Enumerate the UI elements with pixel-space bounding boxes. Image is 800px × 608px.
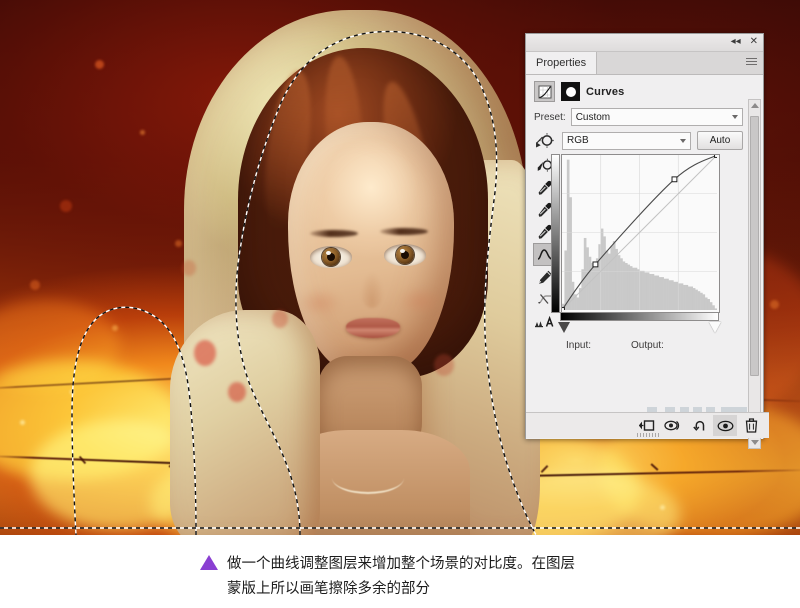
cheek-right [398,286,442,316]
scroll-down-arrow-icon[interactable] [751,440,759,445]
channel-dropdown[interactable]: RGB [562,131,691,150]
reset-adjustment-button[interactable] [687,415,711,436]
nose [360,272,384,308]
panel-menu-icon[interactable] [746,58,757,67]
lips [346,318,400,338]
caption-line-1: 做一个曲线调整图层来增加整个场景的对比度。在图层 [227,556,575,572]
cheek-left [298,288,342,318]
tab-properties-label: Properties [536,57,587,69]
preset-label: Preset: [534,111,566,123]
ember-particle [112,325,118,331]
caption-text: 做一个曲线调整图层来增加整个场景的对比度。在图层蒙版上所以画笔擦除多余的部分 [227,552,587,602]
adjustment-header: Curves [526,75,763,107]
portrait-subject [170,10,540,535]
auto-button[interactable]: Auto [697,131,743,150]
output-label: Output: [631,340,664,351]
tab-properties[interactable]: Properties [526,52,598,74]
scarf-pattern-dot [434,354,454,376]
eyebrow-left [310,230,358,237]
chevron-down-icon [732,115,738,119]
scarf-pattern-dot [182,260,196,276]
triangle-bullet-icon [200,555,218,570]
scarf-pattern-dot [228,382,246,402]
iris [396,246,414,264]
preset-dropdown[interactable]: Custom [570,108,743,126]
ember-particle [770,300,779,309]
view-previous-state-button[interactable] [661,415,685,436]
preset-row: Preset: Custom [526,107,763,129]
scrollbar-thumb[interactable] [750,116,759,376]
curves-graph[interactable] [561,154,720,313]
eye-glint [400,249,405,253]
scroll-up-arrow-icon[interactable] [751,103,759,108]
collapse-panel-icon[interactable]: ◂◂ [731,36,741,47]
curves-plot[interactable] [562,155,717,310]
chevron-down-icon [680,138,686,143]
caption-area: 做一个曲线调整图层来增加整个场景的对比度。在图层蒙版上所以画笔擦除多余的部分 [0,535,800,608]
input-gradient-ramp [560,312,719,321]
panel-footer [526,412,769,438]
eye-glint [326,251,331,255]
close-panel-icon[interactable]: ✕ [750,36,758,47]
channel-row: RGB Auto [526,129,763,154]
headscarf-drape [170,310,320,535]
layer-mask-thumbnail-icon[interactable] [561,82,580,101]
panel-titlebar[interactable]: ◂◂ ✕ [526,34,763,52]
input-output-row: Input: Output: [566,340,736,351]
adjustment-title: Curves [586,85,625,98]
eyebrow-right [380,228,428,235]
scarf-pattern-dot [194,340,216,366]
curves-adjustment-icon[interactable] [534,81,555,102]
black-point-slider[interactable] [558,322,570,333]
ember-particle [60,200,72,212]
panel-resize-grip[interactable] [636,433,659,437]
white-point-slider[interactable] [709,322,721,333]
panel-vertical-scrollbar[interactable] [748,99,761,449]
caption-line-2: 蒙版上所以画笔擦除多余的部分 [227,580,430,597]
ember-particle [140,130,145,135]
ember-particle [70,390,74,394]
input-label: Input: [566,340,592,351]
eye-left [310,246,352,268]
channel-value: RGB [567,135,589,146]
ember-particle [20,420,25,425]
curve-graph-wrap: Input: Output: [551,154,743,351]
panel-body: Curves Preset: Custom RGB Auto Input: Ou… [526,75,763,449]
ember-particle [660,505,665,510]
necklace [332,462,404,494]
iris [322,248,340,266]
properties-panel[interactable]: ◂◂ ✕ Properties Curves Preset: Custom RG… [525,33,769,449]
output-gradient-ramp [551,154,560,313]
ember-particle [30,280,40,290]
eye-right [384,244,426,266]
curve-editor-area: Input: Output: [526,154,763,351]
screenshot-root: ◂◂ ✕ Properties Curves Preset: Custom RG… [0,0,800,608]
targeted-adjustment-icon[interactable] [534,132,556,150]
panel-tab-bar[interactable]: Properties [526,52,763,75]
blackwhite-point-sliders[interactable] [558,322,723,334]
delete-adjustment-layer-button[interactable] [739,415,763,436]
clipping-display-tool[interactable] [534,311,556,332]
toggle-layer-visibility-button[interactable] [713,415,737,436]
preset-value: Custom [575,111,611,123]
scarf-pattern-dot [272,310,288,328]
ember-particle [95,60,104,69]
